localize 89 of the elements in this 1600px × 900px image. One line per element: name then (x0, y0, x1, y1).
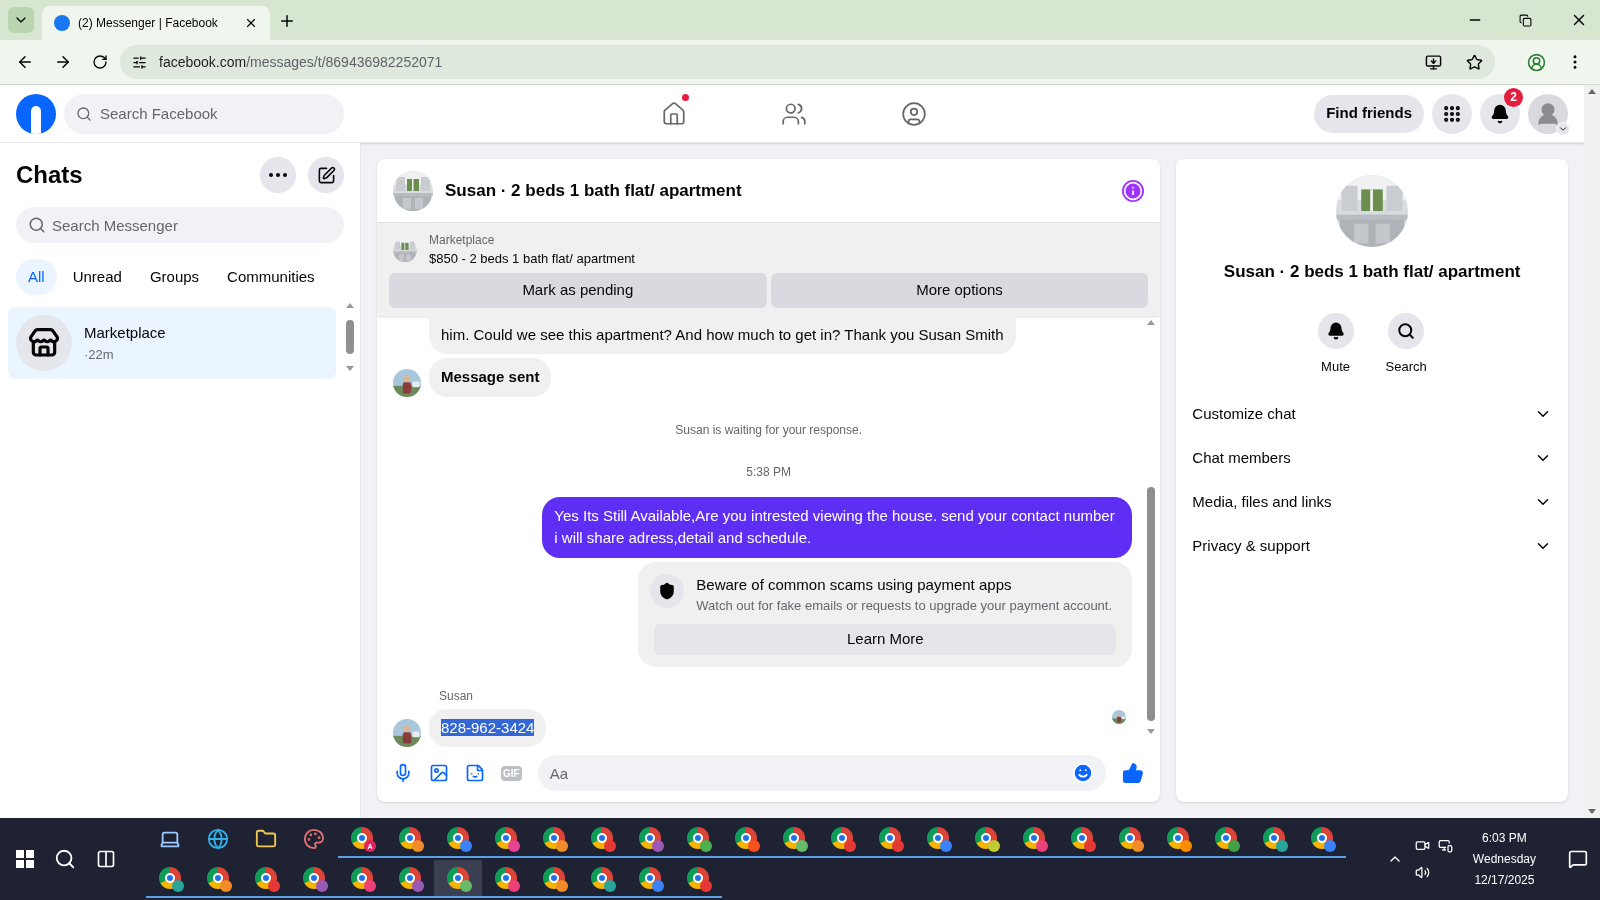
info-button[interactable] (1122, 179, 1145, 202)
message-field[interactable]: Aa (537, 755, 1107, 791)
more-button[interactable] (260, 157, 296, 193)
people-icon (781, 100, 808, 127)
compose-icon (316, 165, 336, 185)
url-text: facebook.com/messages/t/869436982252071 (159, 52, 443, 72)
search-field[interactable]: Search Facebook (64, 93, 344, 134)
chat-name: Marketplace (84, 323, 166, 343)
shield-icon (658, 581, 677, 600)
section-row[interactable]: Chat members (1192, 436, 1552, 480)
install-icon[interactable] (1425, 53, 1442, 71)
listing-action-button[interactable]: Mark as pending (389, 272, 767, 308)
browser-tab[interactable]: (2) Messenger | Facebook (42, 6, 270, 40)
tab-list-button[interactable] (8, 7, 34, 33)
chats-title: Chats (16, 160, 84, 190)
back-icon[interactable] (16, 53, 34, 71)
bell-icon (1326, 321, 1345, 340)
camera-icon[interactable] (1414, 838, 1430, 853)
close-icon[interactable] (244, 16, 258, 30)
microphone-icon[interactable] (393, 763, 413, 783)
notice-title: Beware of common scams using payment apps (696, 574, 1013, 595)
notifications-icon[interactable] (1568, 849, 1588, 869)
facebook-icon (54, 15, 70, 31)
new-tab-icon[interactable] (278, 12, 296, 30)
search-icon (1397, 321, 1416, 340)
listing-source: Marketplace (429, 232, 496, 249)
facebook-logo[interactable] (16, 93, 56, 134)
message-bubble: 828-962-3424 (429, 708, 547, 747)
tab-title: (2) Messenger | Facebook (78, 15, 219, 32)
scrollbar (346, 303, 354, 371)
notification-badge: 2 (1504, 87, 1523, 107)
filter-tab[interactable]: Unread (60, 259, 134, 295)
search-field[interactable]: Search Messenger (16, 207, 344, 243)
forward-icon[interactable] (54, 53, 72, 71)
palette-icon (303, 828, 325, 850)
chat-list-item[interactable]: Marketplace ·22m (8, 307, 336, 379)
reload-icon[interactable] (92, 54, 108, 70)
chat-title: Susan · 2 beds 1 bath flat/ apartment (445, 179, 743, 202)
site-settings-icon[interactable] (132, 54, 147, 70)
chat-name: Susan · 2 beds 1 bath flat/ apartment (1223, 261, 1521, 283)
section-row[interactable]: Media, files and links (1192, 480, 1552, 524)
search-icon[interactable] (54, 848, 76, 870)
bell-icon (1490, 103, 1510, 124)
find-friends-button[interactable]: Find friends (1314, 94, 1424, 133)
status-text: Susan is waiting for your response. (675, 421, 863, 439)
section-row[interactable]: Customize chat (1192, 392, 1552, 436)
account-button[interactable] (1528, 93, 1568, 134)
info-icon (1123, 180, 1144, 201)
message-bubble: him. Could we see this apartment? And how much to get in? Thank you Susan Smith (429, 315, 1016, 354)
listing-action-button[interactable]: More options (770, 272, 1149, 308)
globe-icon (207, 828, 229, 850)
volume-icon[interactable] (1414, 865, 1430, 880)
taskbar-app[interactable] (434, 860, 482, 898)
sender-name: Susan (439, 687, 475, 705)
network-icon[interactable] (1437, 838, 1453, 853)
folder-icon (255, 828, 277, 850)
chrome-icon (351, 827, 373, 849)
restore-icon[interactable] (1519, 14, 1532, 27)
notice-text: Watch out for fake emails or requests to upgrade your payment account. (696, 597, 1113, 615)
photo-icon[interactable] (429, 763, 449, 783)
filter-tab[interactable]: Groups (137, 259, 212, 295)
sticker-icon[interactable] (465, 763, 485, 783)
profile-icon[interactable] (1527, 52, 1546, 72)
task-view-icon[interactable] (96, 849, 116, 869)
filter-tab[interactable]: Communities (215, 259, 327, 295)
more-icon (269, 173, 287, 177)
section-row[interactable]: Privacy & support (1192, 524, 1552, 568)
windows-icon[interactable] (16, 850, 34, 868)
person-circle-icon (901, 100, 928, 127)
like-icon[interactable] (1122, 762, 1145, 784)
timestamp: 5:38 PM (746, 463, 791, 481)
chat-time: ·22m (84, 345, 115, 364)
store-icon (28, 327, 60, 359)
search-icon (28, 216, 46, 234)
new-message-button[interactable] (308, 157, 344, 193)
bookmark-star-icon[interactable] (1466, 53, 1483, 71)
learn-more-button[interactable]: Learn More (654, 623, 1117, 655)
menu-button[interactable] (1432, 93, 1472, 134)
message-bubble: Message sent (429, 358, 552, 397)
home-icon (661, 100, 688, 127)
message-bubble: Yes Its Still Available,Are you intrested viewing the house. send your contact number i will share adress,detail and schedule. (542, 496, 1133, 558)
clock[interactable]: 6:03 PM Wednesday 12/17/2025 (1464, 827, 1544, 891)
grid-icon (1442, 103, 1462, 124)
filter-tab[interactable]: All (16, 259, 57, 295)
search-icon (76, 105, 92, 122)
listing-title: $850 - 2 beds 1 bath flat/ apartment (429, 250, 635, 268)
address-bar[interactable]: facebook.com/messages/t/869436982252071 (120, 45, 1495, 79)
notifications-button[interactable] (1480, 93, 1520, 134)
avatar-icon (1535, 100, 1561, 127)
